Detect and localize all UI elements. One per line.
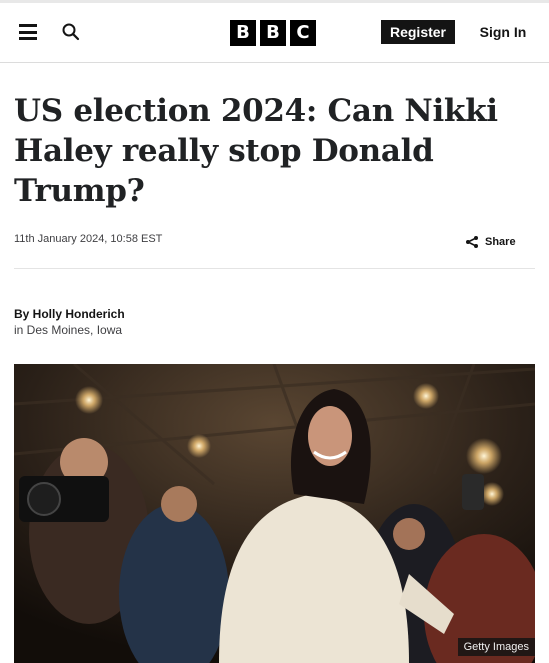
byline-author: By Holly Honderich	[14, 307, 125, 321]
logo-letter: B	[260, 20, 286, 46]
hero-photo	[14, 364, 535, 663]
register-button[interactable]: Register	[381, 20, 455, 44]
share-button[interactable]: Share	[465, 235, 516, 249]
image-credit: Getty Images	[457, 638, 535, 656]
bbc-logo[interactable]: B B C	[230, 20, 316, 46]
logo-letter: C	[290, 20, 316, 46]
article-timestamp: 11th January 2024, 10:58 EST	[14, 233, 163, 245]
search-icon[interactable]	[61, 22, 81, 42]
byline-location: in Des Moines, Iowa	[14, 323, 123, 337]
share-label: Share	[485, 236, 516, 248]
share-icon	[466, 236, 478, 248]
article-headline: US election 2024: Can Nikki Haley really…	[14, 93, 498, 209]
logo-letter: B	[230, 20, 256, 46]
hamburger-menu-icon[interactable]	[19, 24, 37, 40]
sign-in-button[interactable]: Sign In	[470, 20, 536, 44]
divider	[14, 268, 535, 269]
site-header: B B C Register Sign In	[0, 3, 549, 63]
hero-image: Getty Images	[14, 364, 535, 663]
